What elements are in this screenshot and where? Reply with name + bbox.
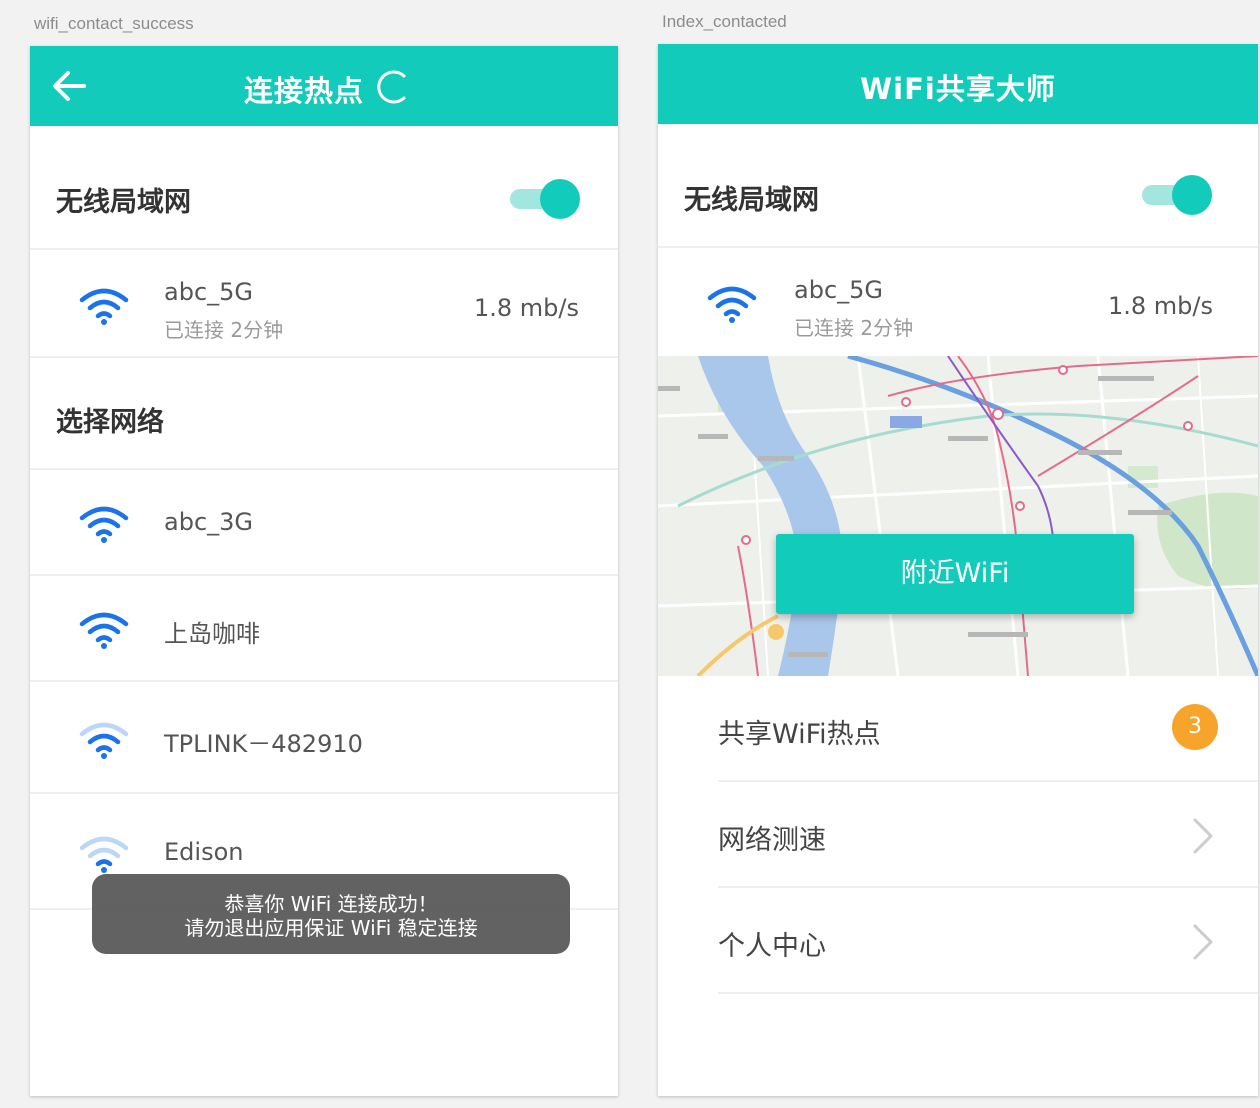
nearby-wifi-button[interactable]: 附近WiFi	[776, 534, 1134, 614]
network-status: 已连接 2分钟	[794, 316, 914, 340]
artboard-label-left: wifi_contact_success	[34, 14, 194, 33]
app-bar: WiFi共享大师	[658, 44, 1258, 124]
network-list-item[interactable]: TPLINK－482910	[30, 682, 618, 794]
choose-network-label: 选择网络	[56, 407, 164, 438]
toast-line-2: 请勿退出应用保证 WiFi 稳定连接	[184, 916, 478, 940]
wifi-contact-success-screen: 连接热点 无线局域网 abc_5G 已连接 2分钟 1.8 mb/s 选择网络	[30, 46, 618, 1096]
wifi-icon	[79, 612, 129, 649]
wlan-toggle[interactable]	[510, 179, 580, 219]
menu-label: 个人中心	[718, 931, 826, 962]
nearby-map[interactable]	[658, 356, 1258, 676]
app-bar: 连接热点	[30, 46, 618, 126]
toast-line-1: 恭喜你 WiFi 连接成功！	[224, 892, 438, 916]
network-name: abc_5G	[794, 276, 884, 304]
toggle-knob	[1172, 175, 1212, 215]
network-name: abc_5G	[164, 278, 254, 306]
chevron-right-icon	[1193, 818, 1213, 854]
network-name: Edison	[164, 838, 244, 866]
network-list-item[interactable]: 上岛咖啡	[30, 576, 618, 682]
network-name: 上岛咖啡	[164, 620, 260, 648]
menu-item-share-hotspot[interactable]: 共享WiFi热点 3	[718, 676, 1258, 782]
page-title: 连接热点	[243, 74, 364, 108]
menu-label: 网络测速	[718, 825, 826, 856]
menu-label: 共享WiFi热点	[718, 719, 881, 750]
wifi-icon	[79, 836, 129, 873]
map-graphic	[658, 356, 1258, 676]
connected-network-row[interactable]: abc_5G 已连接 2分钟 1.8 mb/s	[658, 248, 1258, 356]
wifi-icon	[707, 286, 757, 323]
wifi-icon	[79, 506, 129, 543]
loading-spinner-icon	[377, 70, 406, 104]
choose-network-header: 选择网络	[30, 358, 618, 470]
wifi-icon	[79, 722, 129, 759]
network-name: TPLINK－482910	[164, 730, 363, 758]
wlan-toggle-row: 无线局域网	[30, 126, 618, 250]
wlan-toggle[interactable]	[1142, 175, 1212, 215]
artboard-label-right: Index_contacted	[662, 12, 787, 31]
network-status: 已连接 2分钟	[164, 318, 284, 342]
network-list-item[interactable]: abc_3G	[30, 470, 618, 576]
connection-success-toast: 恭喜你 WiFi 连接成功！ 请勿退出应用保证 WiFi 稳定连接	[92, 874, 570, 954]
menu-item-personal-center[interactable]: 个人中心	[718, 888, 1258, 994]
network-speed: 1.8 mb/s	[1108, 292, 1213, 320]
wlan-toggle-row: 无线局域网	[658, 124, 1258, 248]
index-contacted-screen: WiFi共享大师 无线局域网 abc_5G 已连接 2分钟 1.8 mb/s 附…	[658, 44, 1258, 1096]
notification-badge: 3	[1172, 704, 1218, 750]
wlan-label: 无线局域网	[684, 185, 819, 216]
chevron-right-icon	[1193, 924, 1213, 960]
menu-item-speed-test[interactable]: 网络测速	[718, 782, 1258, 888]
page-title: WiFi共享大师	[860, 72, 1056, 106]
wlan-label: 无线局域网	[56, 187, 191, 218]
network-name: abc_3G	[164, 508, 254, 536]
wifi-icon	[79, 288, 129, 325]
toggle-knob	[540, 179, 580, 219]
network-speed: 1.8 mb/s	[474, 294, 579, 322]
connected-network-row[interactable]: abc_5G 已连接 2分钟 1.8 mb/s	[30, 250, 618, 358]
